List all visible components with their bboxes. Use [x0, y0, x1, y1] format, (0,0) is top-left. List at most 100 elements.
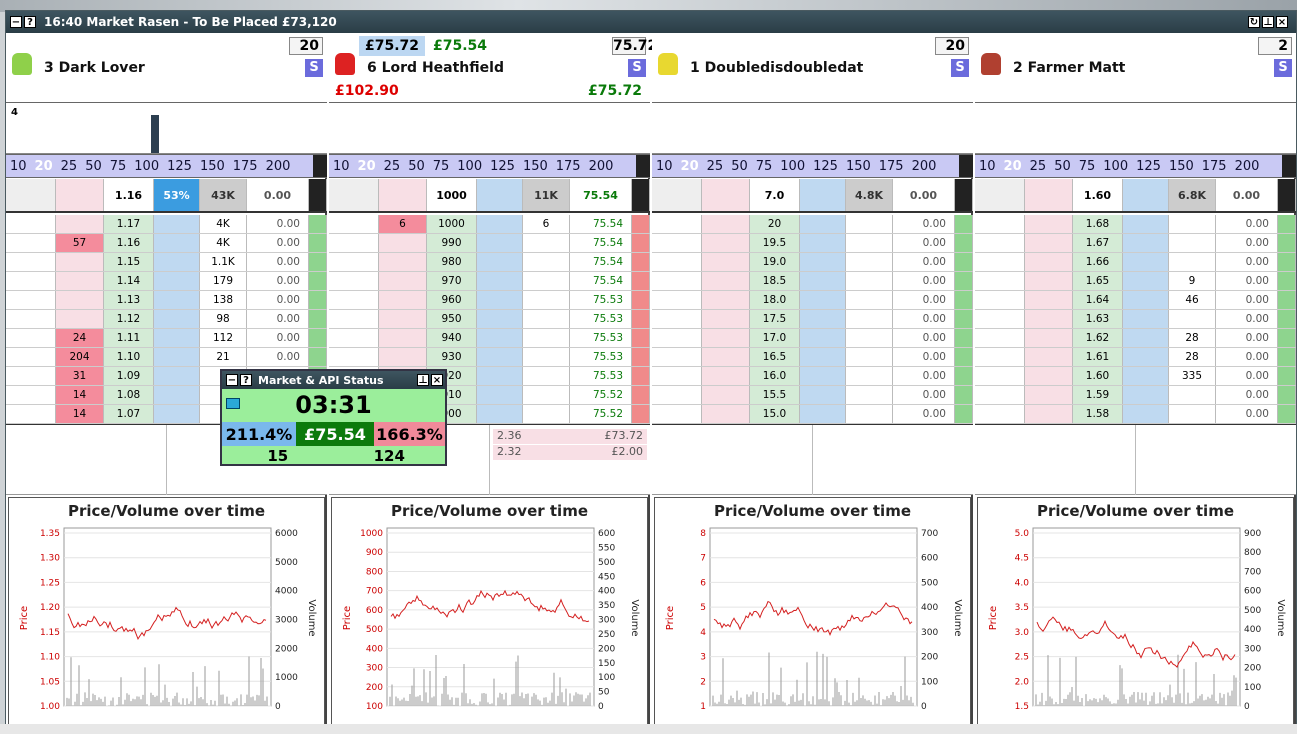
lay-cell[interactable] — [1025, 234, 1073, 252]
ladder-step-100[interactable]: 100 — [453, 159, 486, 174]
lay-cell[interactable] — [379, 291, 427, 309]
ladder-step-125[interactable]: 125 — [809, 159, 842, 174]
back-cell[interactable] — [1123, 348, 1169, 366]
top-scroll-icon[interactable] — [309, 179, 327, 211]
lay-cell[interactable] — [56, 310, 104, 328]
back-cell[interactable] — [154, 329, 200, 347]
top-scroll-icon[interactable] — [955, 179, 973, 211]
lay-cell[interactable] — [1025, 291, 1073, 309]
back-cell[interactable] — [477, 272, 523, 290]
back-cell[interactable] — [477, 405, 523, 423]
lay-cell[interactable]: 204 — [56, 348, 104, 366]
ladder-step-200[interactable]: 200 — [585, 159, 618, 174]
ladder-step-175[interactable]: 175 — [1198, 159, 1231, 174]
back-cell[interactable] — [154, 367, 200, 385]
back-cell[interactable] — [1123, 234, 1169, 252]
back-cell[interactable] — [1123, 291, 1169, 309]
lay-cell[interactable] — [1025, 329, 1073, 347]
lay-cell[interactable] — [1025, 386, 1073, 404]
lay-cell[interactable] — [1025, 348, 1073, 366]
lay-cell[interactable] — [379, 329, 427, 347]
back-cell[interactable] — [477, 348, 523, 366]
ladder-step-150[interactable]: 150 — [196, 159, 229, 174]
ladder-step-50[interactable]: 50 — [81, 159, 106, 174]
ladder-step-50[interactable]: 50 — [1050, 159, 1075, 174]
top-scroll-icon[interactable] — [632, 179, 650, 211]
lay-cell[interactable] — [379, 310, 427, 328]
lay-cell[interactable]: 14 — [56, 386, 104, 404]
settings-s-button[interactable]: S — [628, 59, 646, 77]
back-cell[interactable] — [154, 215, 200, 233]
back-cell[interactable] — [800, 348, 846, 366]
back-cell[interactable] — [800, 386, 846, 404]
back-cell[interactable] — [1123, 310, 1169, 328]
ladder-step-20[interactable]: 20 — [31, 159, 57, 174]
lay-cell[interactable]: 24 — [56, 329, 104, 347]
lay-cell[interactable]: 6 — [379, 215, 427, 233]
lay-cell[interactable] — [56, 215, 104, 233]
status-pin-button[interactable]: ⊥ — [417, 374, 429, 386]
lay-cell[interactable]: 14 — [56, 405, 104, 423]
lay-cell[interactable] — [702, 253, 750, 271]
ladder-step-10[interactable]: 10 — [975, 159, 1000, 174]
scroll-control[interactable] — [313, 155, 327, 177]
back-cell[interactable] — [800, 329, 846, 347]
back-cell[interactable] — [1123, 329, 1169, 347]
back-cell[interactable] — [800, 405, 846, 423]
back-cell[interactable] — [477, 329, 523, 347]
lay-cell[interactable] — [702, 291, 750, 309]
lay-cell[interactable] — [702, 405, 750, 423]
lay-cell[interactable] — [702, 367, 750, 385]
back-cell[interactable] — [477, 234, 523, 252]
minimize-button[interactable]: − — [10, 16, 22, 28]
lay-cell[interactable] — [379, 348, 427, 366]
back-cell[interactable] — [477, 215, 523, 233]
status-close-button[interactable]: × — [431, 374, 443, 386]
ladder-step-75[interactable]: 75 — [429, 159, 454, 174]
lay-cell[interactable] — [56, 272, 104, 290]
lay-cell[interactable] — [702, 272, 750, 290]
lay-cell[interactable] — [702, 386, 750, 404]
lay-cell[interactable] — [1025, 215, 1073, 233]
back-cell[interactable] — [154, 310, 200, 328]
back-cell[interactable] — [477, 253, 523, 271]
lay-cell[interactable]: 57 — [56, 234, 104, 252]
lay-cell[interactable] — [702, 234, 750, 252]
lay-cell[interactable] — [379, 234, 427, 252]
back-cell[interactable] — [154, 405, 200, 423]
ladder-step-100[interactable]: 100 — [776, 159, 809, 174]
ladder-step-25[interactable]: 25 — [57, 159, 82, 174]
status-minimize-button[interactable]: − — [226, 374, 238, 386]
ladder-step-25[interactable]: 25 — [1026, 159, 1051, 174]
close-button[interactable]: × — [1276, 16, 1288, 28]
ladder-step-175[interactable]: 175 — [875, 159, 908, 174]
back-cell[interactable] — [154, 348, 200, 366]
back-cell[interactable] — [154, 272, 200, 290]
scroll-control[interactable] — [1282, 155, 1296, 177]
ladder-step-175[interactable]: 175 — [229, 159, 262, 174]
back-cell[interactable] — [477, 291, 523, 309]
lay-cell[interactable] — [702, 310, 750, 328]
lay-cell[interactable] — [379, 253, 427, 271]
back-cell[interactable] — [800, 272, 846, 290]
back-cell[interactable] — [477, 367, 523, 385]
lay-cell[interactable] — [1025, 367, 1073, 385]
ladder-step-200[interactable]: 200 — [262, 159, 295, 174]
lay-cell[interactable] — [56, 291, 104, 309]
ladder-step-20[interactable]: 20 — [677, 159, 703, 174]
back-cell[interactable] — [800, 291, 846, 309]
back-cell[interactable] — [477, 386, 523, 404]
back-cell[interactable] — [800, 234, 846, 252]
ladder-step-150[interactable]: 150 — [842, 159, 875, 174]
back-cell[interactable] — [1123, 215, 1169, 233]
ladder-step-150[interactable]: 150 — [1165, 159, 1198, 174]
help-button[interactable]: ? — [24, 16, 36, 28]
ladder-step-10[interactable]: 10 — [652, 159, 677, 174]
ladder-step-10[interactable]: 10 — [6, 159, 31, 174]
pin-button[interactable]: ⊥ — [1262, 16, 1274, 28]
ladder-step-150[interactable]: 150 — [519, 159, 552, 174]
lay-cell[interactable] — [56, 253, 104, 271]
ladder-step-125[interactable]: 125 — [1132, 159, 1165, 174]
ladder-step-20[interactable]: 20 — [1000, 159, 1026, 174]
back-cell[interactable] — [800, 253, 846, 271]
